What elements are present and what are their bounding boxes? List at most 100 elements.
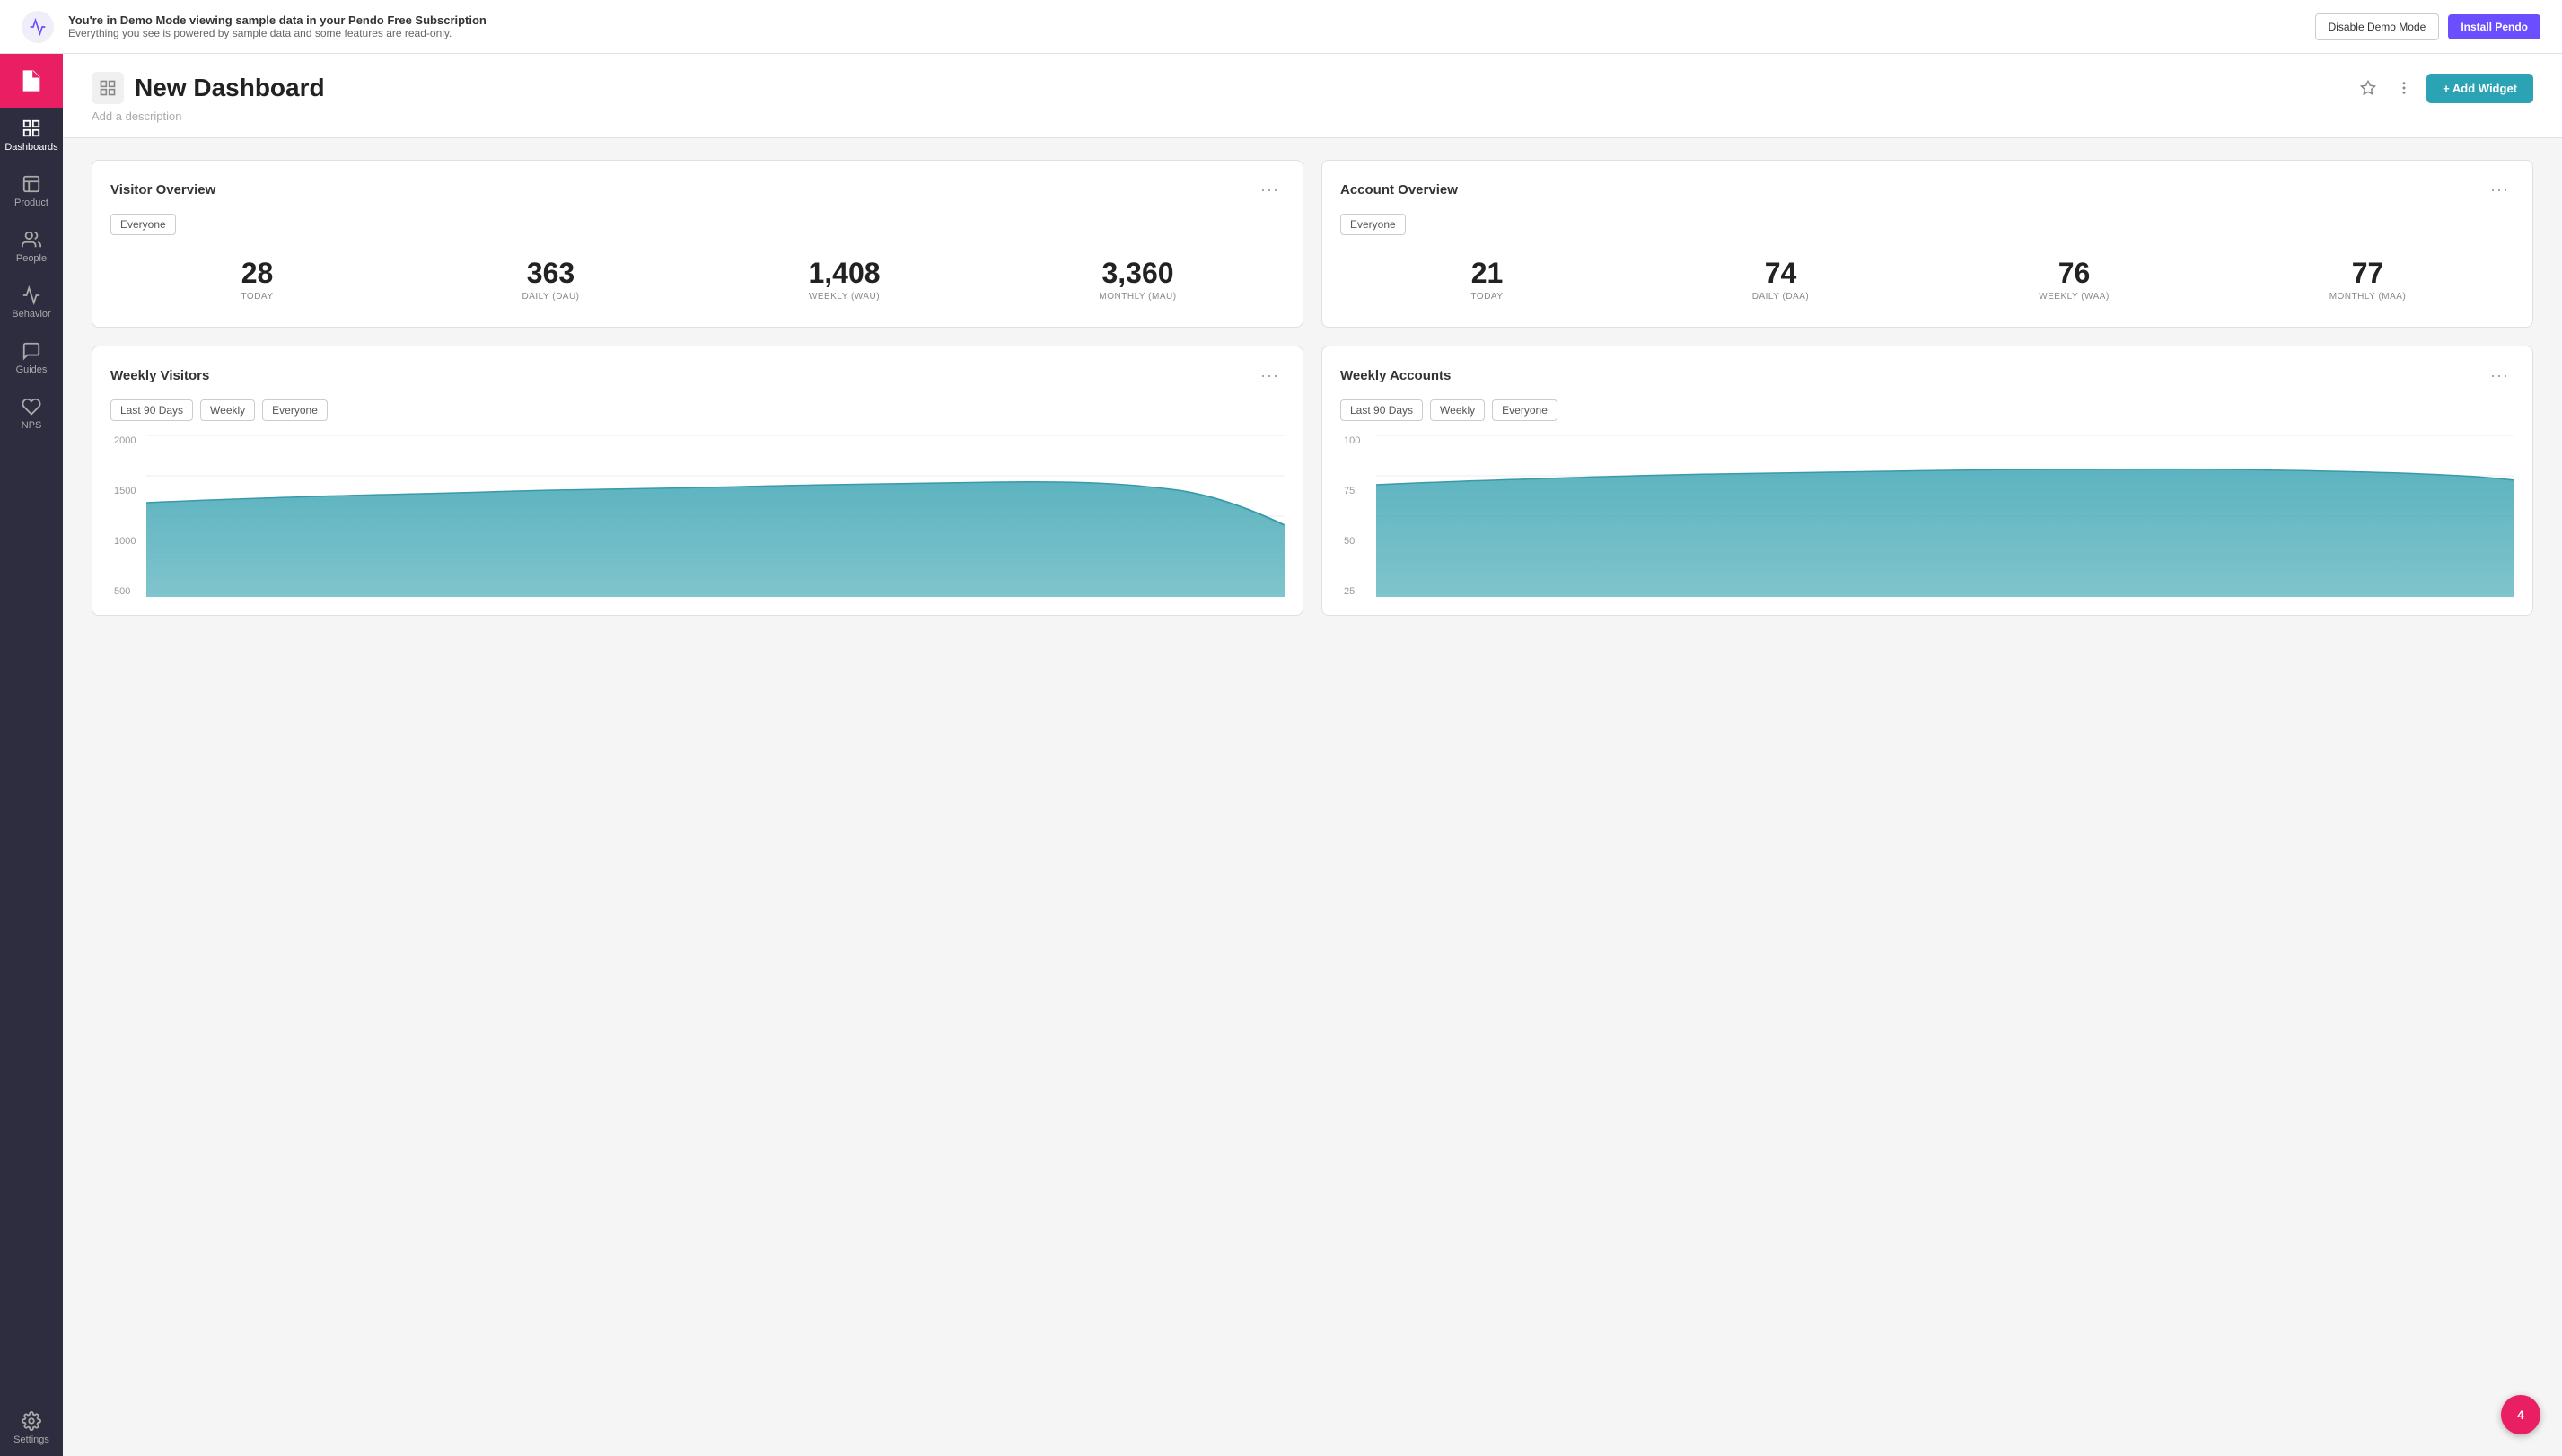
sidebar-item-people[interactable]: People — [0, 219, 63, 275]
y-label-1500: 1500 — [114, 486, 143, 496]
y-label-2000: 2000 — [114, 435, 143, 446]
account-metric-daa-label: DAILY (DAA) — [1634, 292, 1927, 302]
banner-title: You're in Demo Mode viewing sample data … — [68, 13, 2301, 27]
sidebar-item-guides[interactable]: Guides — [0, 330, 63, 386]
banner-subtitle: Everything you see is powered by sample … — [68, 27, 2301, 39]
dashboard-header: New Dashboard + Add Widget — [63, 54, 2562, 138]
notification-badge[interactable]: 4 — [2501, 1395, 2540, 1434]
visitor-metric-today: 28 TODAY — [110, 250, 404, 309]
account-overview-title: Account Overview — [1340, 182, 1458, 197]
visitor-metric-wau: 1,408 WEEKLY (WAU) — [698, 250, 991, 309]
weekly-visitors-title: Weekly Visitors — [110, 368, 209, 383]
weekly-accounts-filter-days[interactable]: Last 90 Days — [1340, 399, 1423, 421]
account-overview-menu-button[interactable]: ··· — [2485, 179, 2514, 201]
star-button[interactable] — [2355, 75, 2382, 101]
main-content: New Dashboard + Add Widget — [63, 54, 2562, 1456]
account-overview-filter-everyone[interactable]: Everyone — [1340, 214, 1406, 235]
app-logo — [0, 54, 63, 108]
weekly-accounts-widget: Weekly Accounts ··· Last 90 Days Weekly … — [1321, 346, 2533, 616]
weekly-accounts-filter-everyone[interactable]: Everyone — [1492, 399, 1557, 421]
account-overview-header: Account Overview ··· — [1340, 179, 2514, 201]
visitor-metric-wau-label: WEEKLY (WAU) — [698, 292, 991, 302]
weekly-accounts-menu-button[interactable]: ··· — [2485, 364, 2514, 387]
weekly-visitors-menu-button[interactable]: ··· — [1255, 364, 1285, 387]
visitor-metric-today-value: 28 — [110, 257, 404, 290]
weekly-visitors-filter-everyone[interactable]: Everyone — [262, 399, 328, 421]
visitor-metric-dau-value: 363 — [404, 257, 698, 290]
sidebar-item-nps[interactable]: NPS — [0, 386, 63, 442]
y-label-75: 75 — [1344, 486, 1373, 496]
sidebar: Dashboards Product People Behavior — [0, 54, 63, 1456]
weekly-visitors-filters: Last 90 Days Weekly Everyone — [110, 399, 1285, 421]
weekly-accounts-title: Weekly Accounts — [1340, 368, 1451, 383]
visitor-overview-filters: Everyone — [110, 214, 1285, 235]
widgets-area: Visitor Overview ··· Everyone 28 TODAY 3… — [63, 138, 2562, 637]
dashboard-title-left: New Dashboard — [92, 72, 325, 104]
weekly-accounts-filter-weekly[interactable]: Weekly — [1430, 399, 1485, 421]
visitor-metric-dau: 363 DAILY (DAU) — [404, 250, 698, 309]
account-overview-metrics: 21 TODAY 74 DAILY (DAA) 76 WEEKLY (WAA) … — [1340, 250, 2514, 309]
account-metric-maa-label: MONTHLY (MAA) — [2221, 292, 2514, 302]
banner-text: You're in Demo Mode viewing sample data … — [68, 13, 2301, 39]
account-metric-today-value: 21 — [1340, 257, 1634, 290]
dashboard-grid-icon — [92, 72, 124, 104]
weekly-visitors-svg-wrapper — [146, 435, 1285, 597]
sidebar-item-behavior[interactable]: Behavior — [0, 275, 63, 330]
account-metric-today-label: TODAY — [1340, 292, 1634, 302]
add-widget-button[interactable]: + Add Widget — [2426, 74, 2533, 103]
sidebar-item-guides-label: Guides — [16, 364, 48, 375]
weekly-visitors-widget: Weekly Visitors ··· Last 90 Days Weekly … — [92, 346, 1303, 616]
sidebar-item-settings[interactable]: Settings — [0, 1400, 63, 1456]
visitor-metric-wau-value: 1,408 — [698, 257, 991, 290]
notification-count: 4 — [2517, 1408, 2524, 1422]
weekly-visitors-filter-weekly[interactable]: Weekly — [200, 399, 255, 421]
weekly-visitors-chart: 2000 1500 1000 500 — [110, 435, 1285, 597]
weekly-accounts-filters: Last 90 Days Weekly Everyone — [1340, 399, 2514, 421]
visitor-overview-metrics: 28 TODAY 363 DAILY (DAU) 1,408 WEEKLY (W… — [110, 250, 1285, 309]
y-label-100: 100 — [1344, 435, 1373, 446]
dashboard-title: New Dashboard — [135, 74, 325, 102]
more-options-button[interactable] — [2391, 75, 2417, 101]
visitor-metric-mau-value: 3,360 — [991, 257, 1285, 290]
visitor-overview-title: Visitor Overview — [110, 182, 215, 197]
weekly-accounts-header: Weekly Accounts ··· — [1340, 364, 2514, 387]
sidebar-item-product[interactable]: Product — [0, 163, 63, 219]
weekly-visitors-filter-days[interactable]: Last 90 Days — [110, 399, 193, 421]
dashboard-description: Add a description — [92, 110, 2533, 123]
weekly-visitors-y-labels: 2000 1500 1000 500 — [110, 435, 146, 597]
account-metric-maa: 77 MONTHLY (MAA) — [2221, 250, 2514, 309]
visitor-overview-menu-button[interactable]: ··· — [1255, 179, 1285, 201]
weekly-visitors-header: Weekly Visitors ··· — [110, 364, 1285, 387]
weekly-accounts-chart: 100 75 50 25 — [1340, 435, 2514, 597]
account-metric-maa-value: 77 — [2221, 257, 2514, 290]
y-label-1000: 1000 — [114, 536, 143, 547]
app-body: Dashboards Product People Behavior — [0, 54, 2562, 1456]
dashboard-title-row: New Dashboard + Add Widget — [92, 72, 2533, 104]
account-metric-waa-label: WEEKLY (WAA) — [1927, 292, 2221, 302]
account-metric-waa: 76 WEEKLY (WAA) — [1927, 250, 2221, 309]
disable-demo-button[interactable]: Disable Demo Mode — [2315, 13, 2440, 40]
weekly-accounts-y-labels: 100 75 50 25 — [1340, 435, 1376, 597]
banner-actions: Disable Demo Mode Install Pendo — [2315, 13, 2540, 40]
sidebar-item-settings-label: Settings — [13, 1434, 49, 1445]
y-label-50: 50 — [1344, 536, 1373, 547]
visitor-overview-header: Visitor Overview ··· — [110, 179, 1285, 201]
install-pendo-button[interactable]: Install Pendo — [2448, 14, 2540, 39]
account-metric-waa-value: 76 — [1927, 257, 2221, 290]
dashboard-title-actions: + Add Widget — [2355, 74, 2533, 103]
visitor-metric-mau: 3,360 MONTHLY (MAU) — [991, 250, 1285, 309]
visitor-overview-filter-everyone[interactable]: Everyone — [110, 214, 176, 235]
y-label-25: 25 — [1344, 586, 1373, 597]
account-metric-today: 21 TODAY — [1340, 250, 1634, 309]
sidebar-item-nps-label: NPS — [22, 420, 42, 431]
banner-icon — [22, 11, 54, 43]
y-label-500: 500 — [114, 586, 143, 597]
visitor-metric-mau-label: MONTHLY (MAU) — [991, 292, 1285, 302]
account-metric-daa-value: 74 — [1634, 257, 1927, 290]
weekly-accounts-svg-wrapper — [1376, 435, 2514, 597]
sidebar-item-dashboards[interactable]: Dashboards — [0, 108, 63, 163]
visitor-metric-dau-label: DAILY (DAU) — [404, 292, 698, 302]
sidebar-item-product-label: Product — [14, 197, 48, 208]
account-metric-daa: 74 DAILY (DAA) — [1634, 250, 1927, 309]
account-overview-filters: Everyone — [1340, 214, 2514, 235]
